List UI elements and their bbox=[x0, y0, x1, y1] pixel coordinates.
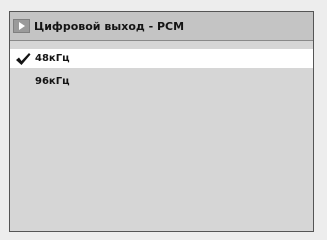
menu-panel: Цифровой выход - PCM 48кГц 96кГц bbox=[9, 11, 314, 232]
option-label: 48кГц bbox=[35, 53, 70, 64]
menu-title: Цифровой выход - PCM bbox=[34, 19, 185, 33]
menu-header: Цифровой выход - PCM bbox=[10, 12, 313, 41]
option-48khz[interactable]: 48кГц bbox=[10, 49, 313, 68]
osd-screen: Цифровой выход - PCM 48кГц 96кГц bbox=[0, 0, 327, 240]
play-icon bbox=[13, 19, 30, 33]
option-label: 96кГц bbox=[35, 76, 70, 87]
check-icon bbox=[15, 49, 31, 68]
option-list: 48кГц 96кГц bbox=[10, 49, 313, 95]
option-96khz[interactable]: 96кГц bbox=[10, 72, 313, 91]
